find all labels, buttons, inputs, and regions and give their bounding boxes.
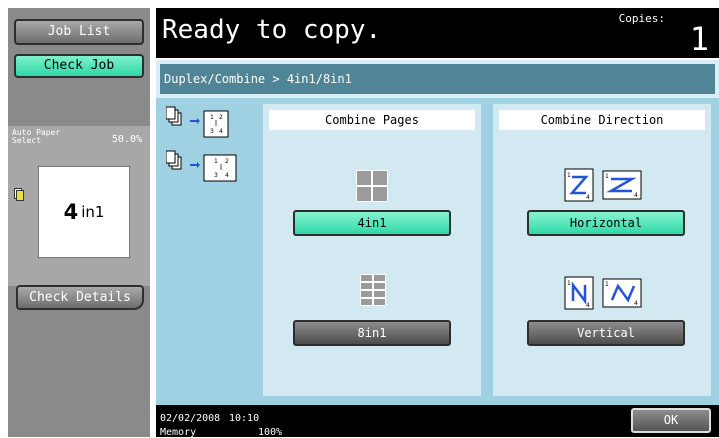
svg-text:2: 2 xyxy=(225,158,229,165)
svg-text:4: 4 xyxy=(586,194,590,201)
option-4in1-label: 4in1 xyxy=(357,216,387,230)
grid-4-icon xyxy=(356,170,388,206)
option-4in1-button[interactable]: 4in1 xyxy=(293,210,451,236)
combine-pages-title: Combine Pages xyxy=(269,110,475,130)
svg-text:1: 1 xyxy=(210,114,214,121)
svg-text:1: 1 xyxy=(214,158,218,165)
copies-value: 1 xyxy=(689,20,709,58)
breadcrumb: Duplex/Combine > 4in1/8in1 xyxy=(156,60,719,98)
svg-text:3: 3 xyxy=(214,172,218,179)
job-list-button[interactable]: Job List xyxy=(14,19,144,45)
svg-text:4: 4 xyxy=(219,128,223,135)
layout-big: 4 xyxy=(63,200,79,224)
time-display: 10:10 xyxy=(229,413,260,424)
check-details-button[interactable]: Check Details xyxy=(16,285,144,310)
vertical-direction-icon: 1 4 1 4 xyxy=(564,276,644,314)
copies-label: Copies: xyxy=(618,12,665,25)
svg-text:1: 1 xyxy=(605,281,609,288)
content-area: 12 34 12 34 Combine Pages 4in1 8in1 Comb… xyxy=(156,98,719,405)
combine-direction-title: Combine Direction xyxy=(499,110,705,130)
combine-pages-panel: Combine Pages 4in1 8in1 xyxy=(263,104,481,396)
svg-text:4: 4 xyxy=(634,192,638,199)
memory-value: 100% xyxy=(258,427,283,438)
layout-small: in1 xyxy=(81,203,105,221)
direction-horizontal-button[interactable]: Horizontal xyxy=(527,210,685,236)
preview-panel: Auto Paper Select 50.0% 4 in1 xyxy=(8,126,150,286)
paper-select-label: Auto Paper Select xyxy=(12,128,61,145)
job-list-label: Job List xyxy=(47,24,111,39)
footer-bar: 02/02/2008 10:10 Memory 100% OK xyxy=(156,405,719,438)
check-details-label: Check Details xyxy=(29,290,131,305)
check-job-label: Check Job xyxy=(43,58,115,73)
option-8in1-button[interactable]: 8in1 xyxy=(293,320,451,346)
layout-preview: 4 in1 xyxy=(38,166,130,258)
svg-text:4: 4 xyxy=(225,172,229,179)
direction-horizontal-label: Horizontal xyxy=(569,216,643,230)
combine-example-icon: 12 34 12 34 xyxy=(165,106,251,184)
svg-text:4: 4 xyxy=(634,300,638,307)
direction-vertical-button[interactable]: Vertical xyxy=(527,320,685,346)
svg-text:2: 2 xyxy=(219,114,223,121)
svg-text:4: 4 xyxy=(586,302,590,309)
ok-button[interactable]: OK xyxy=(631,408,711,433)
svg-text:3: 3 xyxy=(210,128,214,135)
combine-direction-panel: Combine Direction 1 4 1 4 Horizontal 1 4 1… xyxy=(493,104,711,396)
memory-label: Memory xyxy=(160,427,197,438)
option-8in1-label: 8in1 xyxy=(357,326,387,340)
grid-8-icon xyxy=(360,274,386,310)
main-area: Duplex/Combine > 4in1/8in1 12 34 12 3 4 … xyxy=(156,60,719,405)
status-header: Ready to copy. Copies: 1 xyxy=(156,8,719,58)
direction-vertical-label: Vertical xyxy=(577,326,635,340)
svg-text:1: 1 xyxy=(567,172,571,179)
status-text: Ready to copy. xyxy=(162,15,382,45)
ok-label: OK xyxy=(663,413,679,427)
date-display: 02/02/2008 xyxy=(160,413,221,424)
svg-text:1: 1 xyxy=(605,173,609,180)
check-job-button[interactable]: Check Job xyxy=(14,54,144,78)
left-rail: Job List Check Job Auto Paper Select 50.… xyxy=(8,8,150,437)
horizontal-direction-icon: 1 4 1 4 xyxy=(564,168,644,206)
svg-text:1: 1 xyxy=(567,280,571,287)
paper-tray-icon xyxy=(14,186,24,201)
zoom-value: 50.0% xyxy=(111,134,142,145)
